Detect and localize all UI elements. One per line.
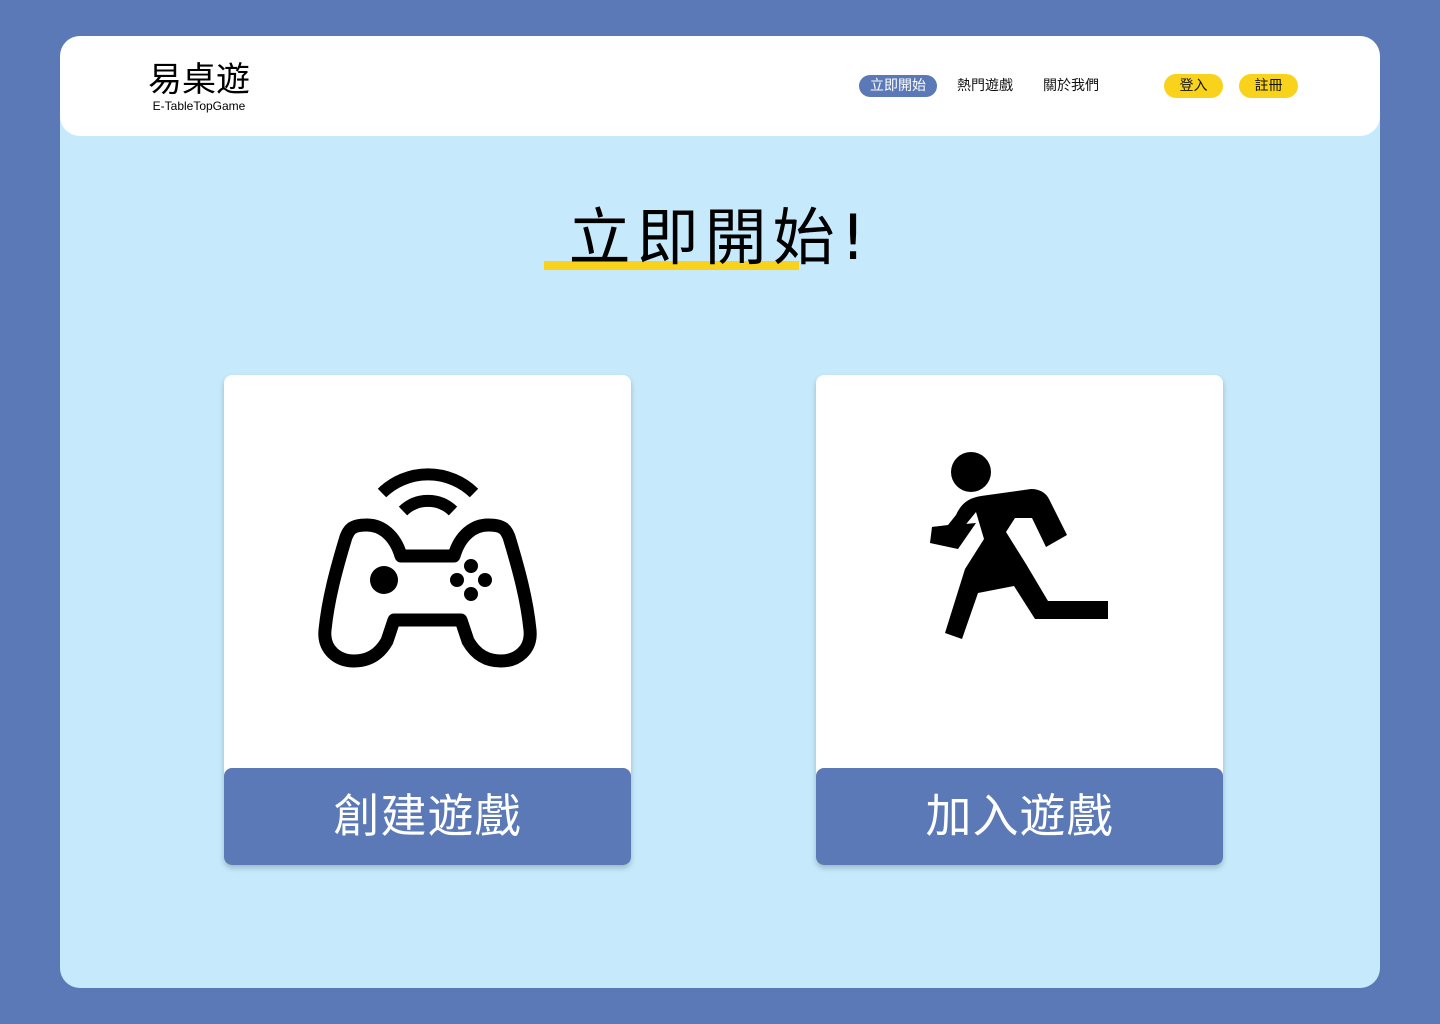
- nav-item-about-us[interactable]: 關於我們: [1043, 75, 1099, 97]
- logo-title: 易桌遊: [148, 60, 250, 100]
- running-person-icon: [816, 375, 1223, 768]
- create-game-card[interactable]: 創建遊戲: [224, 375, 631, 865]
- main-nav: 立即開始 熱門遊戲 關於我們: [859, 75, 1099, 97]
- site-logo[interactable]: 易桌遊 E-TableTopGame: [144, 60, 254, 116]
- gamepad-wireless-icon: [224, 375, 631, 768]
- nav-item-popular-games[interactable]: 熱門遊戲: [957, 75, 1013, 97]
- login-button[interactable]: 登入: [1164, 74, 1223, 98]
- hero-section: 立即開始!: [60, 196, 1380, 286]
- register-button[interactable]: 註冊: [1239, 74, 1298, 98]
- top-header: 易桌遊 E-TableTopGame 立即開始 熱門遊戲 關於我們 登入 註冊: [60, 36, 1380, 136]
- logo-subtitle: E-TableTopGame: [152, 99, 246, 113]
- join-game-button[interactable]: 加入遊戲: [816, 768, 1223, 865]
- join-game-card[interactable]: 加入遊戲: [816, 375, 1223, 865]
- nav-item-start-now[interactable]: 立即開始: [859, 75, 937, 97]
- app-window: 易桌遊 E-TableTopGame 立即開始 熱門遊戲 關於我們 登入 註冊 …: [60, 36, 1380, 988]
- page-title: 立即開始!: [568, 201, 872, 274]
- create-game-button[interactable]: 創建遊戲: [224, 768, 631, 865]
